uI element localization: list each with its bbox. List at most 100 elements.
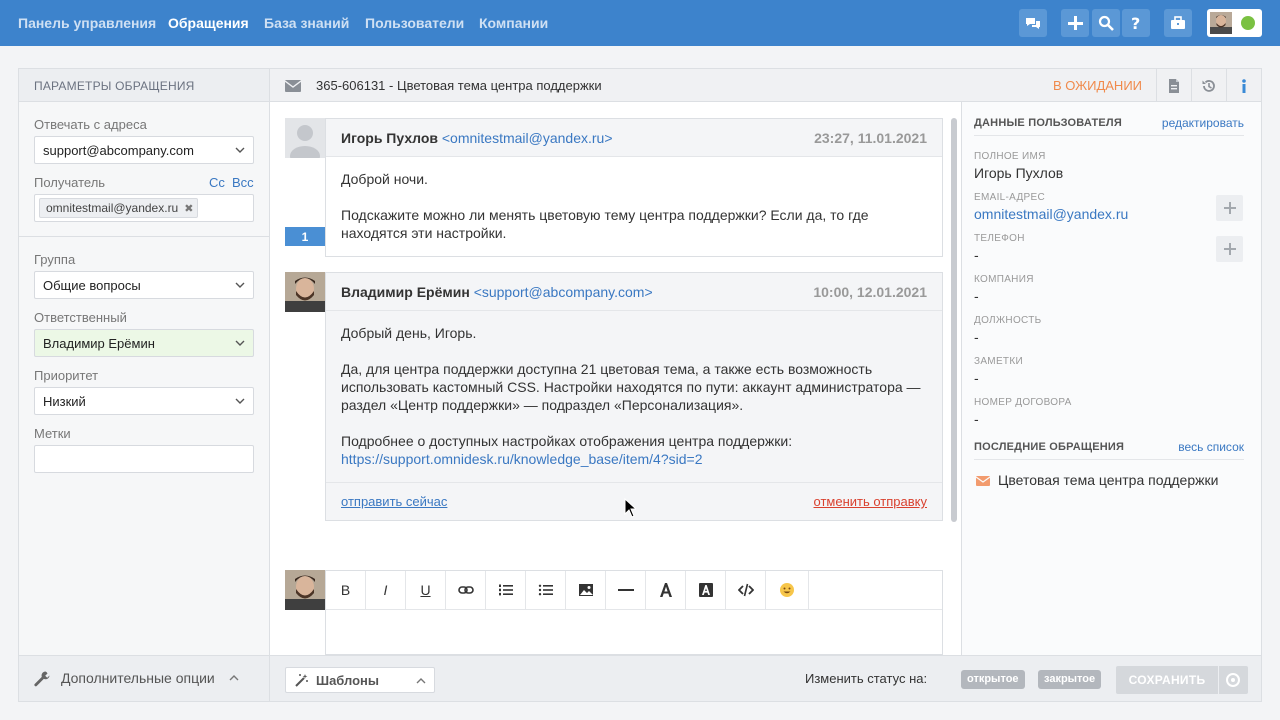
- italic-button[interactable]: I: [366, 571, 406, 609]
- help-button[interactable]: ?: [1122, 9, 1150, 37]
- message-time: 23:27, 11.01.2021: [814, 130, 927, 146]
- font-color-button[interactable]: [646, 571, 686, 609]
- save-options-button[interactable]: [1219, 666, 1248, 694]
- user-data-panel: ДАННЫЕ ПОЛЬЗОВАТЕЛЯ редактировать ПОЛНОЕ…: [961, 102, 1261, 655]
- tags-input[interactable]: [34, 445, 254, 473]
- image-button[interactable]: [566, 571, 606, 609]
- author-email[interactable]: <support@abcompany.com>: [474, 284, 653, 300]
- save-button[interactable]: СОХРАНИТЬ: [1116, 666, 1218, 694]
- recipient-tag: omnitestmail@yandex.ru ✖: [39, 198, 199, 218]
- chat-button[interactable]: [1019, 9, 1047, 37]
- svg-text:?: ?: [1131, 15, 1140, 31]
- templates-label: Шаблоны: [316, 673, 379, 688]
- message-number-badge: 1: [285, 227, 325, 246]
- horizontal-rule-button[interactable]: [606, 571, 646, 609]
- message-header: Владимир Ерёмин <support@abcompany.com> …: [326, 273, 942, 311]
- font-bg-button[interactable]: [686, 571, 726, 609]
- position-label: ДОЛЖНОСТЬ: [974, 315, 1042, 326]
- underline-icon: U: [420, 582, 431, 598]
- recent-tickets-header: ПОСЛЕДНИЕ ОБРАЩЕНИЯ весь список: [974, 440, 1244, 460]
- cancel-send-link[interactable]: отменить отправку: [814, 494, 927, 509]
- search-button[interactable]: [1092, 9, 1120, 37]
- online-status-dot: [1241, 16, 1255, 30]
- position-value: -: [974, 329, 979, 345]
- send-now-link[interactable]: отправить сейчас: [341, 494, 447, 509]
- message-author: Владимир Ерёмин <support@abcompany.com>: [341, 284, 653, 300]
- font-bg-icon: [698, 583, 713, 597]
- status-closed-button[interactable]: закрытое: [1038, 670, 1102, 689]
- message-header: Игорь Пухлов <omnitestmail@yandex.ru> 23…: [326, 119, 942, 157]
- email-value[interactable]: omnitestmail@yandex.ru: [974, 206, 1128, 222]
- briefcase-button[interactable]: [1164, 9, 1192, 37]
- code-button[interactable]: [726, 571, 766, 609]
- envelope-icon: [976, 476, 990, 486]
- plus-icon: [1223, 243, 1236, 255]
- change-status-label: Изменить статус на:: [805, 671, 928, 686]
- group-value: Общие вопросы: [43, 278, 141, 293]
- create-button[interactable]: [1061, 9, 1089, 37]
- scrollbar[interactable]: [951, 118, 957, 522]
- nav-tickets[interactable]: Обращения: [168, 15, 249, 31]
- nav-knowledge-base[interactable]: База знаний: [264, 15, 349, 31]
- reply-from-select[interactable]: support@abcompany.com: [34, 136, 254, 164]
- chevron-up-icon: [229, 675, 239, 681]
- agent-photo: [285, 272, 325, 312]
- history-button[interactable]: [1191, 69, 1226, 102]
- extra-options-toggle[interactable]: Дополнительные опции: [19, 655, 269, 701]
- edit-user-link[interactable]: редактировать: [1162, 116, 1244, 130]
- bullet-list-button[interactable]: [526, 571, 566, 609]
- ticket-subject: 365-606131 - Цветовая тема центра поддер…: [316, 78, 602, 93]
- remove-tag-icon[interactable]: ✖: [184, 203, 193, 215]
- envelope-icon: [285, 80, 301, 92]
- nav-users[interactable]: Пользователи: [365, 15, 464, 31]
- priority-value: Низкий: [43, 394, 86, 409]
- ticket-status[interactable]: В ОЖИДАНИИ: [1053, 78, 1142, 93]
- message-paragraph: Доброй ночи.: [341, 171, 428, 187]
- top-navigation: Панель управления Обращения База знаний …: [0, 0, 1280, 46]
- recent-all-link[interactable]: весь список: [1178, 440, 1244, 454]
- assignee-value: Владимир Ерёмин: [43, 336, 155, 351]
- assignee-select[interactable]: Владимир Ерёмин: [34, 329, 254, 357]
- status-open-button[interactable]: открытое: [961, 670, 1025, 689]
- mouse-cursor-icon: [624, 498, 636, 518]
- info-button[interactable]: [1226, 69, 1261, 102]
- ticket-params-title: ПАРАМЕТРЫ ОБРАЩЕНИЯ: [34, 79, 195, 93]
- kb-link[interactable]: https://support.omnidesk.ru/knowledge_ba…: [341, 451, 703, 467]
- message-time: 10:00, 12.01.2021: [813, 284, 927, 300]
- reply-editor[interactable]: B I U: [325, 570, 943, 655]
- message-author: Игорь Пухлов <omnitestmail@yandex.ru>: [341, 130, 613, 146]
- add-email-button[interactable]: [1216, 195, 1243, 221]
- bold-button[interactable]: B: [326, 571, 366, 609]
- message-paragraph: Добрый день, Игорь.: [341, 325, 477, 341]
- add-phone-button[interactable]: [1216, 236, 1243, 262]
- divider: [19, 236, 269, 237]
- author-email[interactable]: <omnitestmail@yandex.ru>: [442, 130, 613, 146]
- ordered-list-button[interactable]: [486, 571, 526, 609]
- link-button[interactable]: [446, 571, 486, 609]
- user-menu[interactable]: [1207, 9, 1262, 37]
- underline-button[interactable]: U: [406, 571, 446, 609]
- group-select[interactable]: Общие вопросы: [34, 271, 254, 299]
- priority-select[interactable]: Низкий: [34, 387, 254, 415]
- ticket-params-panel: ПАРАМЕТРЫ ОБРАЩЕНИЯ Отвечать с адреса su…: [19, 69, 270, 701]
- recent-ticket-item[interactable]: Цветовая тема центра поддержки: [974, 471, 1244, 491]
- templates-button[interactable]: Шаблоны: [285, 667, 435, 693]
- info-icon: [1242, 78, 1246, 93]
- emoji-button[interactable]: [766, 571, 809, 609]
- image-icon: [578, 584, 593, 596]
- message-body: Добрый день, Игорь. Да, для центра подде…: [326, 311, 942, 482]
- phone-label: ТЕЛЕФОН: [974, 233, 1025, 244]
- company-value: -: [974, 288, 979, 304]
- recent-ticket-title: Цветовая тема центра поддержки: [998, 472, 1219, 488]
- avatar: [1210, 12, 1232, 34]
- nav-dashboard[interactable]: Панель управления: [18, 15, 156, 31]
- nav-companies[interactable]: Компании: [479, 15, 548, 31]
- export-button[interactable]: [1156, 69, 1191, 102]
- bcc-link[interactable]: Bcc: [232, 175, 254, 190]
- cc-link[interactable]: Cc: [209, 175, 225, 190]
- reply-from-value: support@abcompany.com: [43, 143, 194, 158]
- ordered-list-icon: [498, 584, 513, 596]
- user-silhouette-icon: [290, 125, 320, 158]
- chevron-down-icon: [235, 147, 245, 153]
- italic-icon: I: [383, 582, 388, 598]
